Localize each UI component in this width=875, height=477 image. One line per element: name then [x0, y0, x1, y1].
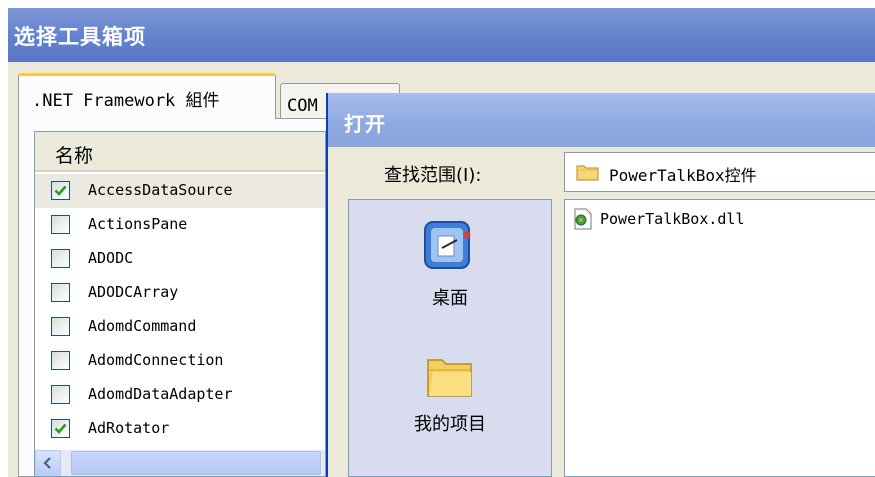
components-list: 名称 AccessDataSource ActionsPane ADODC AD… [34, 131, 326, 477]
checkbox[interactable] [51, 419, 70, 438]
checkbox[interactable] [51, 385, 70, 404]
list-item-label: ActionsPane [88, 215, 188, 233]
look-in-label: 查找范围(I): [384, 165, 482, 186]
checkbox[interactable] [51, 317, 70, 336]
checkbox[interactable] [51, 215, 70, 234]
list-item[interactable]: AdomdDataAdapter [35, 378, 325, 412]
list-item[interactable]: AccessDataSource [35, 174, 325, 208]
checkbox[interactable] [51, 249, 70, 268]
checkbox[interactable] [51, 351, 70, 370]
places-bar: 桌面 我的项目 [348, 199, 552, 477]
list-item-label: AdomdCommand [88, 317, 197, 335]
look-in-value: PowerTalkBox控件 [609, 166, 757, 185]
list-item[interactable]: AdomdConnection [35, 344, 325, 378]
list-item-label: AdomdDataAdapter [88, 385, 233, 403]
checkbox[interactable] [51, 181, 70, 200]
checkmark-icon [54, 185, 67, 196]
list-item-label: AdRotator [88, 419, 170, 437]
tab-net-framework[interactable]: .NET Framework 組件 [18, 73, 276, 119]
list-item[interactable]: AdomdCommand [35, 310, 325, 344]
chevron-left-icon [43, 457, 51, 469]
place-my-projects-label: 我的项目 [414, 414, 486, 435]
dll-file-icon [574, 208, 592, 230]
place-desktop-label: 桌面 [432, 288, 468, 309]
list-item[interactable]: ADODC [35, 242, 325, 276]
list-item-label: ADODCArray [88, 283, 179, 301]
folder-icon [427, 359, 472, 397]
list-item[interactable]: ActionsPane [35, 208, 325, 242]
checkbox[interactable] [51, 283, 70, 302]
list-item[interactable]: AdRotator [35, 412, 325, 446]
checkmark-icon [54, 423, 67, 434]
column-header-name[interactable]: 名称 [35, 132, 325, 172]
open-file-dialog: 打开 查找范围(I): PowerTalkBox控件 桌面 我的项目 Power… [326, 93, 875, 477]
list-item-label: ADODC [88, 249, 134, 267]
folder-icon [576, 165, 599, 181]
open-dialog-title: 打开 [344, 112, 386, 136]
list-item[interactable]: ADODCArray [35, 276, 325, 310]
list-item-label: AccessDataSource [88, 181, 233, 199]
look-in-combobox[interactable]: PowerTalkBox控件 [564, 152, 875, 192]
scrollbar-thumb[interactable] [71, 451, 321, 475]
open-dialog-title-bar[interactable]: 打开 [328, 93, 875, 147]
desktop-icon [424, 221, 471, 269]
file-list: PowerTalkBox.dll [564, 199, 875, 477]
place-my-projects[interactable]: 我的项目 [349, 340, 551, 448]
scroll-left-button[interactable] [35, 450, 61, 476]
toolbox-dialog-title: 选择工具箱项 [14, 25, 146, 49]
file-name: PowerTalkBox.dll [600, 210, 745, 228]
place-desktop[interactable]: 桌面 [349, 214, 551, 322]
horizontal-scrollbar[interactable] [35, 450, 325, 476]
toolbox-dialog-title-bar[interactable]: 选择工具箱项 [8, 8, 875, 62]
list-item-label: AdomdConnection [88, 351, 224, 369]
